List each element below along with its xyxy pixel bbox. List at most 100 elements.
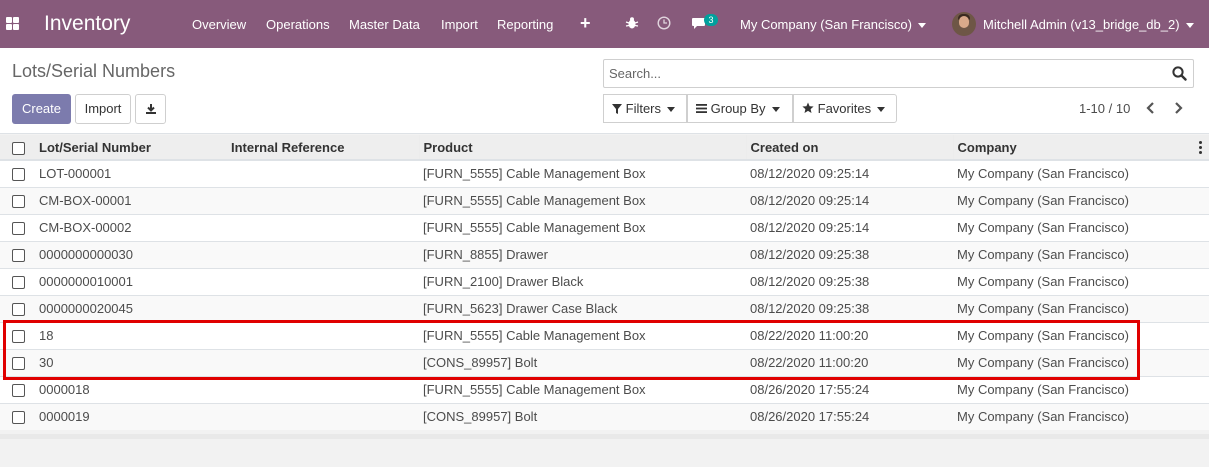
internal-reference-cell [227, 267, 419, 295]
chevron-left-icon [1146, 102, 1154, 114]
download-button[interactable] [135, 94, 166, 124]
import-button[interactable]: Import [75, 94, 131, 124]
company-cell: My Company (San Francisco) [953, 267, 1209, 295]
created-on-cell: 08/12/2020 09:25:38 [746, 294, 953, 322]
company-cell: My Company (San Francisco) [953, 240, 1209, 268]
search-bar[interactable] [603, 59, 1194, 88]
row-checkbox[interactable] [12, 222, 25, 236]
menu-master-data[interactable]: Master Data [349, 17, 420, 32]
row-checkbox[interactable] [12, 384, 25, 398]
row-checkbox[interactable] [12, 249, 25, 263]
lot-cell: CM-BOX-00001 [35, 186, 227, 214]
company-switcher[interactable]: My Company (San Francisco) [740, 17, 926, 32]
internal-reference-cell [227, 186, 419, 214]
company-cell: My Company (San Francisco) [953, 159, 1209, 187]
internal-reference-cell [227, 321, 419, 349]
user-menu[interactable]: Mitchell Admin (v13_bridge_db_2) [983, 17, 1194, 32]
internal-reference-cell [227, 213, 419, 241]
favorites-label: Favorites [817, 101, 872, 116]
row-checkbox[interactable] [12, 168, 25, 182]
internal-reference-cell [227, 294, 419, 322]
search-input[interactable] [604, 60, 1144, 87]
table-row[interactable]: 0000000000030 [FURN_8855] Drawer 08/12/2… [0, 240, 1209, 268]
column-header-internal-reference[interactable]: Internal Reference [227, 135, 420, 161]
table-row[interactable]: 0000000020045 [FURN_5623] Drawer Case Bl… [0, 294, 1209, 322]
row-checkbox[interactable] [12, 195, 25, 209]
select-all-header [0, 135, 35, 161]
search-icon[interactable] [1172, 66, 1187, 81]
product-cell: [FURN_5555] Cable Management Box [419, 213, 746, 241]
chevron-down-icon [877, 107, 886, 113]
product-cell: [FURN_8855] Drawer [419, 240, 746, 268]
created-on-cell: 08/12/2020 09:25:38 [746, 267, 953, 295]
table-row[interactable]: CM-BOX-00002 [FURN_5555] Cable Managemen… [0, 213, 1209, 241]
bug-icon[interactable] [625, 16, 639, 33]
table-row[interactable]: 18 [FURN_5555] Cable Management Box 08/2… [0, 321, 1209, 349]
internal-reference-cell [227, 240, 419, 268]
table-row[interactable]: CM-BOX-00001 [FURN_5555] Cable Managemen… [0, 186, 1209, 214]
main-navbar: Inventory Overview Operations Master Dat… [0, 0, 1209, 48]
favorites-button[interactable]: Favorites [793, 94, 897, 123]
pager-value[interactable]: 1-10 / 10 [1079, 101, 1130, 116]
menu-import[interactable]: Import [441, 17, 478, 32]
table-row[interactable]: 0000019 [CONS_89957] Bolt 08/26/2020 17:… [0, 402, 1209, 430]
column-header-product[interactable]: Product [419, 135, 747, 161]
chevron-down-icon [1185, 23, 1194, 29]
table-row[interactable]: 0000018 [FURN_5555] Cable Management Box… [0, 375, 1209, 403]
messages-count-badge: 3 [704, 14, 718, 26]
download-icon [145, 104, 156, 114]
company-switcher-label: My Company (San Francisco) [740, 17, 912, 32]
filters-label: Filters [625, 101, 662, 116]
plus-icon[interactable]: + [580, 13, 591, 34]
menu-operations[interactable]: Operations [266, 17, 330, 32]
pager-previous-button[interactable] [1144, 98, 1158, 119]
apps-menu-icon[interactable] [6, 17, 19, 30]
row-checkbox[interactable] [12, 330, 25, 344]
optional-columns-icon[interactable] [1199, 141, 1202, 156]
clock-icon[interactable] [657, 16, 671, 33]
app-title[interactable]: Inventory [44, 12, 130, 36]
lot-cell: 0000000020045 [35, 294, 227, 322]
product-cell: [FURN_5623] Drawer Case Black [419, 294, 746, 322]
row-checkbox[interactable] [12, 411, 25, 425]
lots-table: Lot/Serial Number Internal Reference Pro… [0, 135, 1209, 430]
internal-reference-cell [227, 375, 419, 403]
filters-button[interactable]: Filters [603, 94, 687, 123]
company-cell: My Company (San Francisco) [953, 213, 1209, 241]
chevron-down-icon [667, 107, 676, 113]
menu-reporting[interactable]: Reporting [497, 17, 553, 32]
lot-cell: CM-BOX-00002 [35, 213, 227, 241]
avatar[interactable] [952, 12, 976, 36]
lot-cell: 30 [35, 348, 227, 376]
list-view: Lot/Serial Number Internal Reference Pro… [0, 135, 1209, 430]
group-by-button[interactable]: Group By [687, 94, 793, 123]
column-header-lot[interactable]: Lot/Serial Number [35, 135, 227, 161]
product-cell: [FURN_5555] Cable Management Box [419, 375, 746, 403]
product-cell: [CONS_89957] Bolt [419, 348, 746, 376]
group-by-label: Group By [710, 101, 766, 116]
user-name: Mitchell Admin (v13_bridge_db_2) [983, 17, 1180, 32]
select-all-checkbox[interactable] [12, 141, 25, 155]
column-header-company[interactable]: Company [953, 135, 1209, 161]
create-button[interactable]: Create [12, 94, 71, 124]
company-cell: My Company (San Francisco) [953, 375, 1209, 403]
lot-cell: 0000019 [35, 402, 227, 430]
product-cell: [FURN_5555] Cable Management Box [419, 321, 746, 349]
row-checkbox[interactable] [12, 303, 25, 317]
pager-next-button[interactable] [1171, 98, 1185, 119]
chevron-right-icon [1175, 102, 1183, 114]
column-header-created-on[interactable]: Created on [746, 135, 954, 161]
row-checkbox[interactable] [12, 276, 25, 290]
filter-icon [612, 104, 622, 114]
created-on-cell: 08/26/2020 17:55:24 [746, 402, 953, 430]
table-row[interactable]: 0000000010001 [FURN_2100] Drawer Black 0… [0, 267, 1209, 295]
table-row[interactable]: 30 [CONS_89957] Bolt 08/22/2020 11:00:20… [0, 348, 1209, 376]
row-checkbox[interactable] [12, 357, 25, 371]
product-cell: [CONS_89957] Bolt [419, 402, 746, 430]
lot-cell: LOT-000001 [35, 159, 227, 187]
table-row[interactable]: LOT-000001 [FURN_5555] Cable Management … [0, 159, 1209, 187]
menu-overview[interactable]: Overview [192, 17, 246, 32]
company-cell: My Company (San Francisco) [953, 294, 1209, 322]
product-cell: [FURN_5555] Cable Management Box [419, 186, 746, 214]
created-on-cell: 08/12/2020 09:25:14 [746, 159, 953, 187]
